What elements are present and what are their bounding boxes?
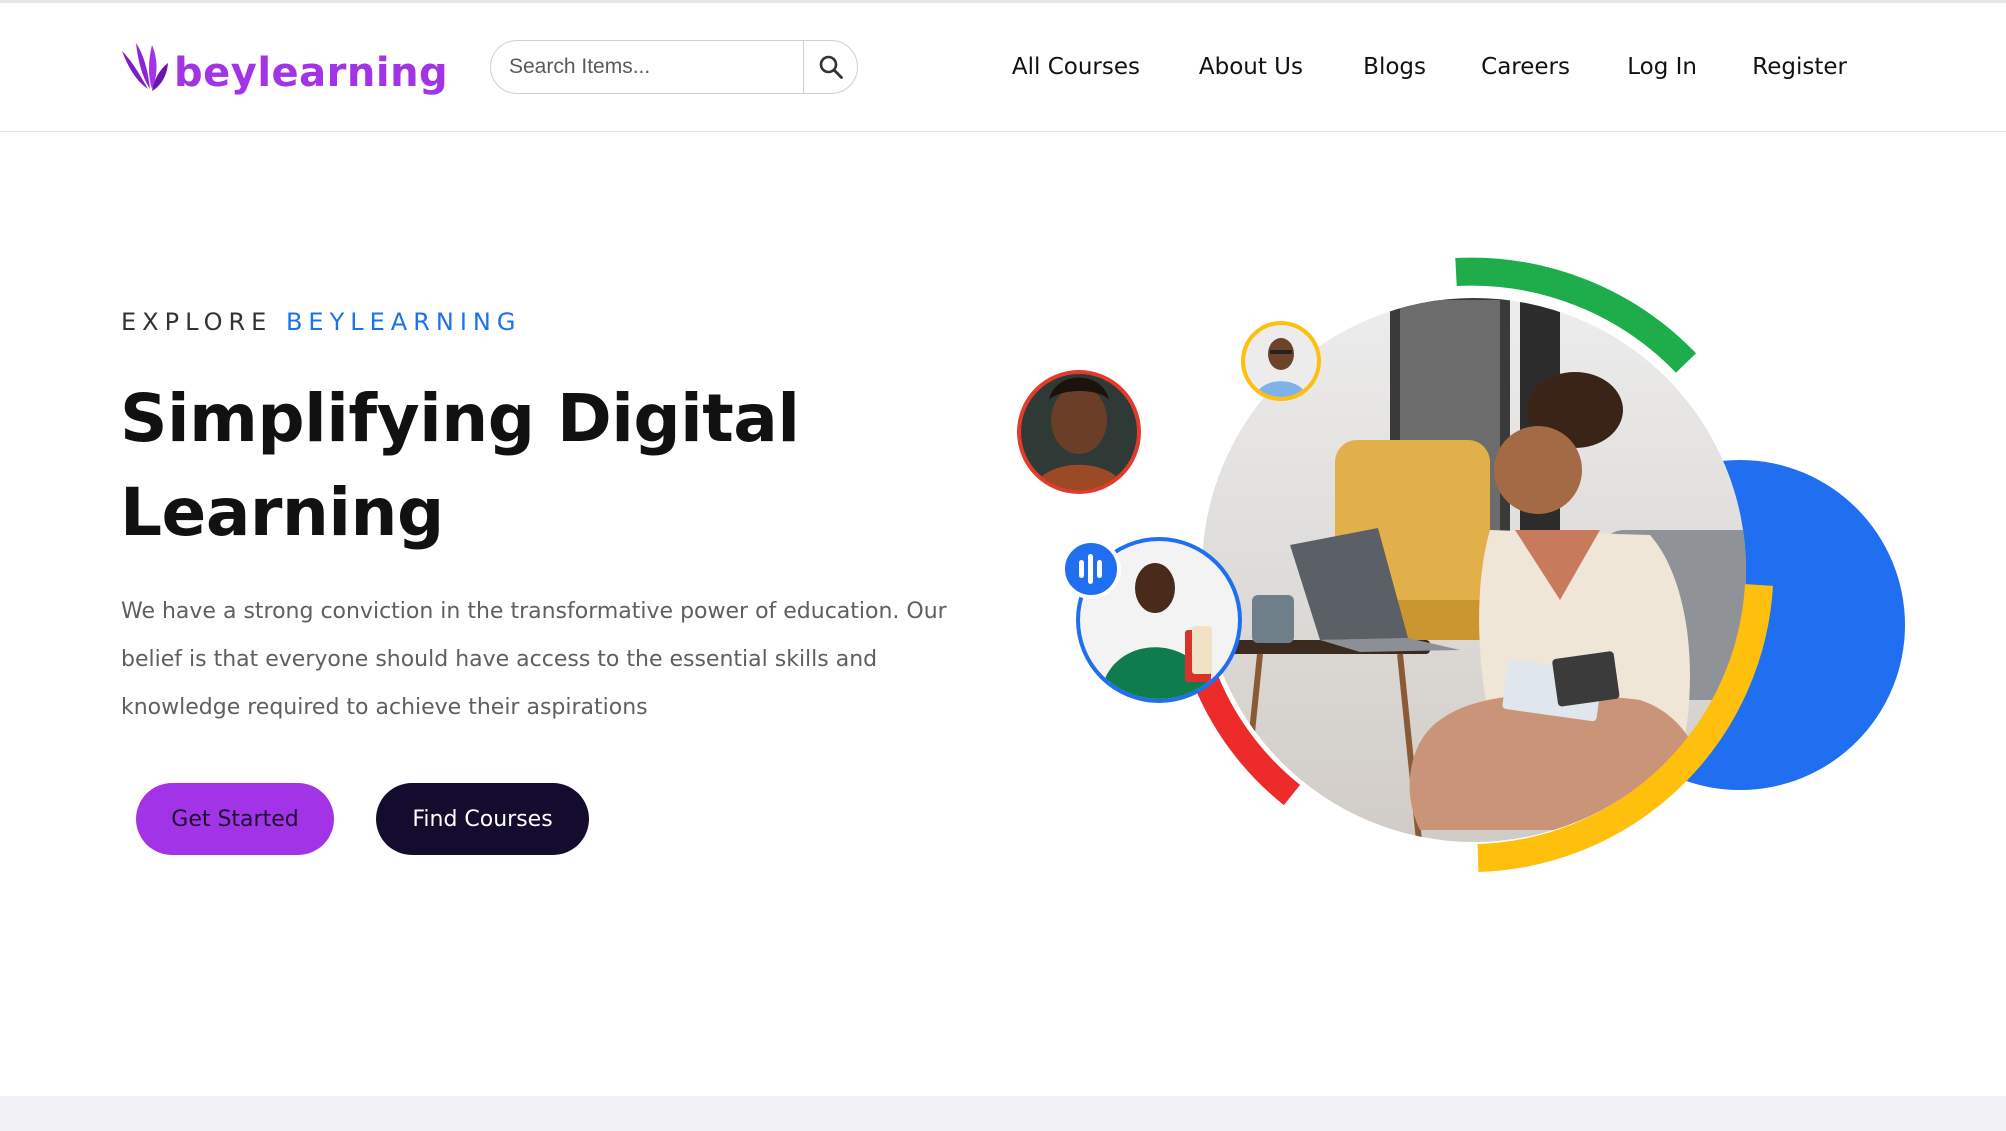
hero-description: We have a strong conviction in the trans…	[121, 599, 947, 720]
search-icon	[819, 55, 843, 79]
avatar-woman	[1017, 370, 1141, 494]
search-input[interactable]	[491, 41, 803, 93]
find-courses-button[interactable]: Find Courses	[376, 783, 589, 855]
search-bar	[490, 40, 858, 94]
nav-careers[interactable]: Careers	[1481, 47, 1570, 87]
nav-register[interactable]: Register	[1752, 47, 1847, 87]
hero-title-line2: Learning	[120, 474, 444, 551]
get-started-button[interactable]: Get Started	[136, 783, 334, 855]
hero-eyebrow: EXPLORE BEYLEARNING	[121, 308, 521, 336]
nav-about-us[interactable]: About Us	[1199, 47, 1303, 87]
avatar-man-glasses	[1241, 321, 1321, 401]
eyebrow-prefix: EXPLORE	[121, 308, 273, 336]
brand-name: beylearning	[174, 50, 449, 96]
hero-illustration	[1017, 257, 1905, 872]
brand-logo[interactable]: beylearning	[118, 38, 448, 100]
logo-leaf-icon	[122, 43, 168, 91]
search-button[interactable]	[803, 41, 857, 93]
site-header: beylearning All Courses About Us Blogs C…	[0, 3, 2006, 132]
audio-badge	[1061, 539, 1121, 599]
nav-log-in[interactable]: Log In	[1627, 47, 1697, 87]
hero-title-line1: Simplifying Digital	[120, 380, 800, 457]
eyebrow-accent: BEYLEARNING	[285, 308, 522, 336]
nav-blogs[interactable]: Blogs	[1363, 47, 1426, 87]
nav-all-courses[interactable]: All Courses	[1012, 47, 1140, 87]
hero-title: Simplifying Digital Learning	[120, 372, 940, 560]
next-section-band	[0, 1096, 2006, 1131]
